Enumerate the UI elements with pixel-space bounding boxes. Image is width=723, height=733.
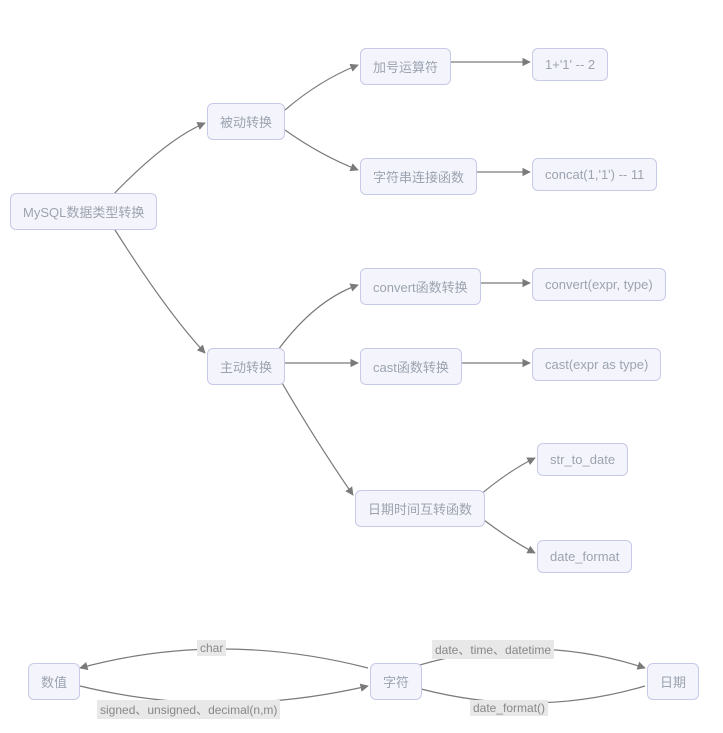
node-passive: 被动转换 — [207, 103, 285, 140]
node-plus-example: 1+'1' -- 2 — [532, 48, 608, 81]
edge-passive-concat — [285, 130, 358, 170]
node-date-format: date_format — [537, 540, 632, 573]
edge-active-convert — [278, 285, 358, 350]
node-plus-operator: 加号运算符 — [360, 48, 451, 85]
edge-root-passive — [110, 123, 205, 198]
edge-label-date-format: date_format() — [470, 700, 548, 716]
node-numeric: 数值 — [28, 663, 80, 700]
node-string: 字符 — [370, 663, 422, 700]
node-convert-example: convert(expr, type) — [532, 268, 666, 301]
node-convert-fn: convert函数转换 — [360, 268, 481, 305]
edge-label-char: char — [197, 640, 226, 656]
node-date: 日期 — [647, 663, 699, 700]
edge-active-datefn — [278, 376, 353, 495]
edge-label-signed: signed、unsigned、decimal(n,m) — [97, 700, 280, 719]
node-root: MySQL数据类型转换 — [10, 193, 157, 230]
node-str-to-date: str_to_date — [537, 443, 628, 476]
edge-datefn-str — [480, 458, 535, 495]
node-concat-example: concat(1,'1') -- 11 — [532, 158, 657, 191]
edge-passive-plus — [285, 65, 358, 110]
node-concat-fn: 字符串连接函数 — [360, 158, 477, 195]
edge-label-date-types: date、time、datetime — [432, 640, 554, 659]
edge-datefn-fmt — [480, 517, 535, 553]
node-cast-fn: cast函数转换 — [360, 348, 462, 385]
node-date-fn: 日期时间互转函数 — [355, 490, 485, 527]
node-active: 主动转换 — [207, 348, 285, 385]
node-cast-example: cast(expr as type) — [532, 348, 661, 381]
edge-root-active — [110, 222, 205, 353]
